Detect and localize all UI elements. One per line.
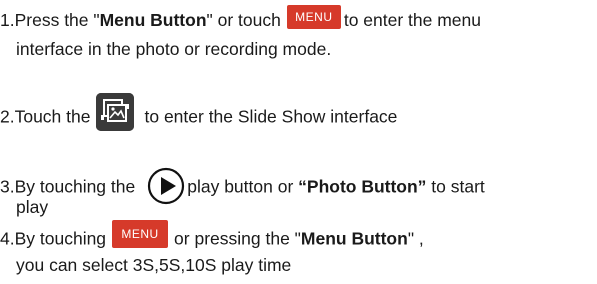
step-4-line-2: you can select 3S,5S,10S play time xyxy=(16,255,292,275)
slideshow-icon xyxy=(96,93,135,131)
step-4-bold: Menu Button xyxy=(300,228,408,249)
step-3-line-2: play xyxy=(16,197,49,217)
step-4-line-1: 4.By touching MENU or pressing the "Menu B… xyxy=(0,220,424,254)
step-1-line-2: interface in the photo or recording mode… xyxy=(16,39,332,59)
step-1-text-c: to enter the menu xyxy=(343,10,481,30)
step-4-text-c: " , xyxy=(407,228,424,249)
step-3-bold: “Photo Button” xyxy=(298,176,427,197)
step-1-bold: Menu Button xyxy=(99,10,207,30)
step-2-text-a: 2.Touch the xyxy=(0,106,91,127)
step-3-line-1: 3.By touching the play button or “Photo … xyxy=(0,167,485,207)
menu-button-badge: MENU xyxy=(286,5,341,30)
step-3-text-c: to start xyxy=(426,176,485,197)
step-4-text-a: 4.By touching xyxy=(0,228,107,249)
step-2-text-b: to enter the Slide Show interface xyxy=(144,106,398,127)
menu-button-badge-2: MENU xyxy=(112,220,169,248)
step-4-text-b: or pressing the " xyxy=(174,228,301,249)
step-3-text-b: play button or xyxy=(187,176,299,197)
play-icon xyxy=(147,167,185,205)
step-1-line-1: 1.Press the "Menu Button" or touch MENU to… xyxy=(0,5,481,33)
step-1-text-a: 1.Press the " xyxy=(0,10,100,30)
step-1-text-b: " or touch xyxy=(206,10,281,30)
step-3-text-a: 3.By touching the xyxy=(0,176,136,197)
step-2-line: 2.Touch the to enter the Slide Show inte… xyxy=(0,93,398,137)
